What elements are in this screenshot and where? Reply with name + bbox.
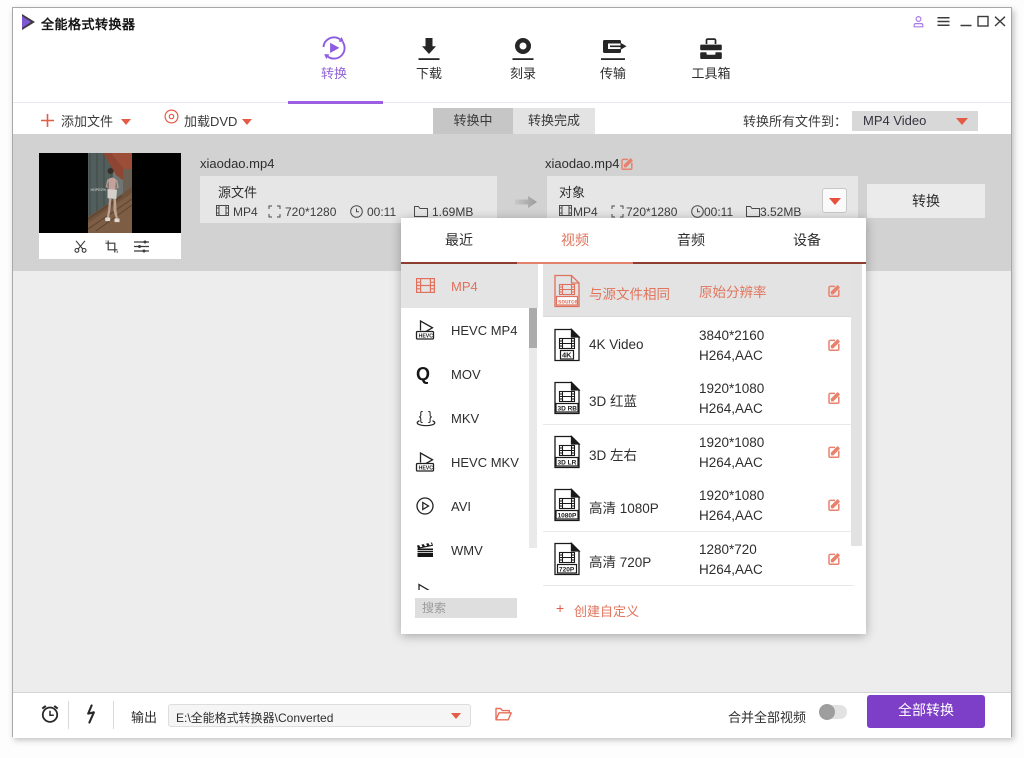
svg-text:720P: 720P <box>559 566 575 573</box>
svg-text:3D LR: 3D LR <box>558 459 577 466</box>
svg-text:3D RB: 3D RB <box>558 405 578 412</box>
svg-text:source: source <box>558 299 578 305</box>
svg-text:4K: 4K <box>562 350 572 359</box>
svg-text:1080P: 1080P <box>558 512 577 519</box>
svg-text:HOPE2%: HOPE2% <box>91 188 107 192</box>
